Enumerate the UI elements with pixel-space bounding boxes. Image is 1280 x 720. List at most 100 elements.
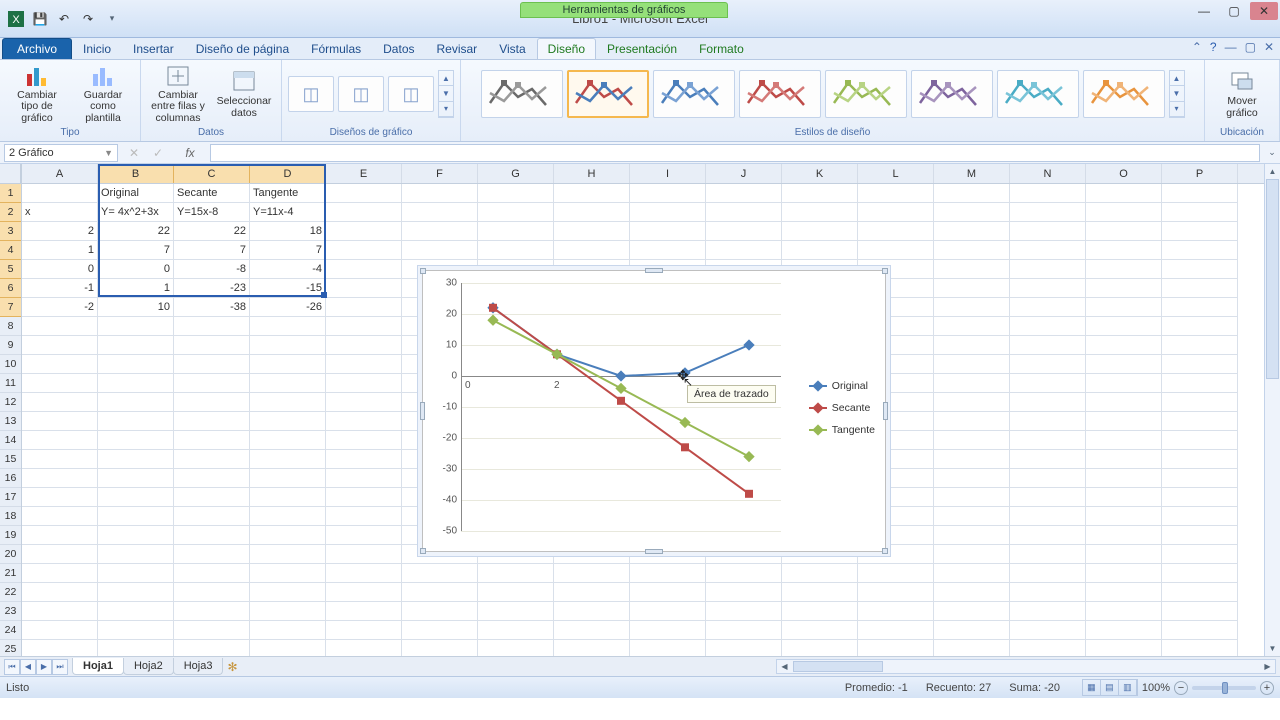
cell[interactable] bbox=[1010, 583, 1086, 602]
column-header-P[interactable]: P bbox=[1162, 164, 1238, 183]
cell[interactable] bbox=[630, 222, 706, 241]
cell[interactable]: 1 bbox=[98, 279, 174, 298]
scroll-down-icon[interactable]: ▼ bbox=[1265, 641, 1280, 656]
cell[interactable] bbox=[250, 393, 326, 412]
cell[interactable] bbox=[478, 621, 554, 640]
cell[interactable] bbox=[22, 640, 98, 656]
cell[interactable] bbox=[554, 222, 630, 241]
column-header-K[interactable]: K bbox=[782, 164, 858, 183]
change-chart-type-button[interactable]: Cambiar tipo de gráfico bbox=[6, 63, 68, 125]
cell[interactable] bbox=[98, 355, 174, 374]
cell[interactable] bbox=[1162, 241, 1238, 260]
cell[interactable] bbox=[22, 507, 98, 526]
cell[interactable] bbox=[174, 488, 250, 507]
name-box[interactable]: 2 Gráfico▼ bbox=[4, 144, 118, 162]
column-header-N[interactable]: N bbox=[1010, 164, 1086, 183]
chart-style-1[interactable] bbox=[481, 70, 563, 118]
zoom-in-button[interactable]: + bbox=[1260, 681, 1274, 695]
cell[interactable] bbox=[1086, 317, 1162, 336]
cell[interactable] bbox=[1086, 412, 1162, 431]
cell[interactable] bbox=[250, 507, 326, 526]
cell[interactable] bbox=[554, 241, 630, 260]
cell[interactable] bbox=[934, 431, 1010, 450]
tab-insert[interactable]: Insertar bbox=[122, 38, 185, 59]
cell[interactable]: 10 bbox=[98, 298, 174, 317]
cell[interactable] bbox=[250, 488, 326, 507]
cell[interactable] bbox=[858, 621, 934, 640]
chart-resize-handle[interactable] bbox=[420, 402, 425, 420]
cell[interactable]: 22 bbox=[174, 222, 250, 241]
cell[interactable]: -8 bbox=[174, 260, 250, 279]
chart-legend[interactable]: OriginalSecanteTangente bbox=[809, 375, 875, 441]
cell[interactable] bbox=[250, 583, 326, 602]
cell[interactable] bbox=[1010, 203, 1086, 222]
cell[interactable] bbox=[934, 583, 1010, 602]
cell[interactable] bbox=[1162, 393, 1238, 412]
cell[interactable] bbox=[1010, 450, 1086, 469]
switch-row-column-button[interactable]: Cambiar entre filas y columnas bbox=[147, 63, 209, 125]
cell[interactable] bbox=[934, 450, 1010, 469]
zoom-slider-thumb[interactable] bbox=[1222, 682, 1228, 694]
cell[interactable] bbox=[402, 602, 478, 621]
cell[interactable] bbox=[402, 241, 478, 260]
help-icon[interactable]: ? bbox=[1210, 40, 1217, 54]
styles-scroll[interactable]: ▲▼▾ bbox=[1169, 70, 1185, 118]
cell[interactable] bbox=[554, 203, 630, 222]
sheet-tab-hoja3[interactable]: Hoja3 bbox=[173, 658, 224, 675]
scroll-up-icon[interactable]: ▲ bbox=[1265, 164, 1280, 179]
cell[interactable] bbox=[326, 298, 402, 317]
move-chart-button[interactable]: Mover gráfico bbox=[1211, 63, 1273, 125]
cell[interactable] bbox=[706, 203, 782, 222]
cell[interactable] bbox=[934, 621, 1010, 640]
row-header-2[interactable]: 2 bbox=[0, 203, 21, 222]
cell[interactable]: Tangente bbox=[250, 184, 326, 203]
cell[interactable] bbox=[706, 564, 782, 583]
cell[interactable] bbox=[554, 621, 630, 640]
cell[interactable] bbox=[1162, 488, 1238, 507]
chart-style-8[interactable] bbox=[1083, 70, 1165, 118]
column-header-J[interactable]: J bbox=[706, 164, 782, 183]
save-icon[interactable]: 💾 bbox=[30, 9, 50, 29]
cell[interactable]: Y=15x-8 bbox=[174, 203, 250, 222]
cell[interactable] bbox=[934, 488, 1010, 507]
cell[interactable] bbox=[782, 203, 858, 222]
undo-icon[interactable]: ↶ bbox=[54, 9, 74, 29]
cell[interactable] bbox=[22, 469, 98, 488]
cell[interactable] bbox=[326, 507, 402, 526]
row-header-13[interactable]: 13 bbox=[0, 412, 21, 431]
column-header-E[interactable]: E bbox=[326, 164, 402, 183]
cell[interactable] bbox=[326, 260, 402, 279]
cell[interactable] bbox=[934, 317, 1010, 336]
cell[interactable] bbox=[1086, 279, 1162, 298]
tab-format[interactable]: Formato bbox=[688, 38, 755, 59]
row-header-20[interactable]: 20 bbox=[0, 545, 21, 564]
cell[interactable] bbox=[782, 564, 858, 583]
cell[interactable] bbox=[22, 431, 98, 450]
cell[interactable] bbox=[1162, 640, 1238, 656]
cell[interactable] bbox=[782, 241, 858, 260]
row-header-15[interactable]: 15 bbox=[0, 450, 21, 469]
cell[interactable] bbox=[402, 222, 478, 241]
column-header-H[interactable]: H bbox=[554, 164, 630, 183]
workbook-close-icon[interactable]: ✕ bbox=[1264, 40, 1274, 54]
minimize-button[interactable]: — bbox=[1190, 2, 1218, 20]
cell[interactable] bbox=[934, 203, 1010, 222]
cell[interactable] bbox=[1086, 336, 1162, 355]
cell[interactable] bbox=[858, 222, 934, 241]
cell[interactable] bbox=[934, 526, 1010, 545]
cell[interactable] bbox=[174, 526, 250, 545]
chart-style-2[interactable] bbox=[567, 70, 649, 118]
cell[interactable] bbox=[782, 222, 858, 241]
cell[interactable]: -1 bbox=[22, 279, 98, 298]
cell[interactable] bbox=[478, 583, 554, 602]
cell[interactable] bbox=[402, 184, 478, 203]
chart-layout-1[interactable]: ◫ bbox=[288, 76, 334, 112]
cell[interactable] bbox=[250, 355, 326, 374]
cell[interactable] bbox=[934, 545, 1010, 564]
cell[interactable] bbox=[250, 431, 326, 450]
cell[interactable] bbox=[1162, 374, 1238, 393]
cell[interactable] bbox=[98, 602, 174, 621]
row-header-9[interactable]: 9 bbox=[0, 336, 21, 355]
vertical-scrollbar[interactable]: ▲ ▼ bbox=[1264, 164, 1280, 656]
column-header-D[interactable]: D bbox=[250, 164, 326, 183]
